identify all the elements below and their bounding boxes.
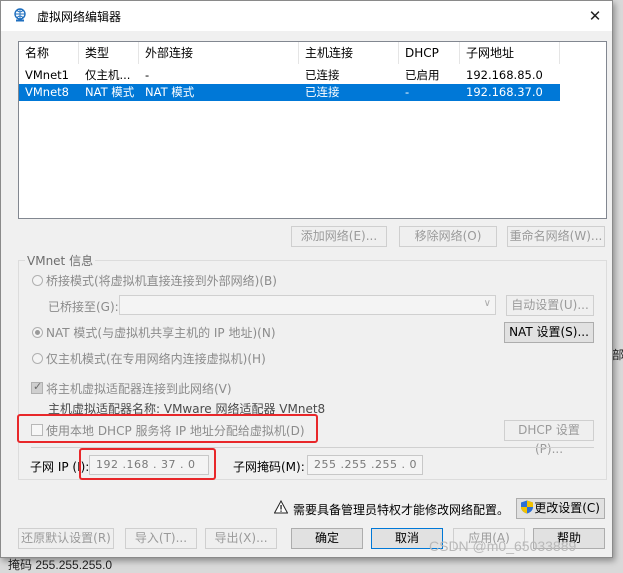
watermark: CSDN @m0_65033889	[429, 538, 577, 554]
restore-defaults-button[interactable]: 还原默认设置(R)	[18, 528, 114, 549]
rename-network-button[interactable]: 重命名网络(W)...	[507, 226, 605, 247]
nat-settings-button[interactable]: NAT 设置(S)...	[504, 322, 594, 343]
cell-host: 已连接	[305, 68, 340, 82]
virtual-network-editor-dialog: 虚拟网络编辑器 ✕ 名称 类型 外部连接 主机连接 DHCP 子网地址 VMne…	[0, 0, 613, 558]
warning-icon	[274, 500, 288, 514]
cell-external: -	[145, 68, 150, 82]
column-header-external[interactable]: 外部连接	[139, 42, 299, 64]
table-row[interactable]: VMnet1 仅主机... - 已连接 已启用 192.168.85.0	[19, 67, 560, 84]
highlight-box	[79, 448, 216, 480]
title-bar: 虚拟网络编辑器 ✕	[1, 1, 612, 31]
export-button[interactable]: 导出(X)...	[205, 528, 277, 549]
nat-label: NAT 模式(与虚拟机共享主机的 IP 地址)(N)	[46, 326, 276, 340]
admin-notice-text: 需要具备管理员特权才能修改网络配置。	[293, 503, 510, 517]
background-text: 掩码 255.255.255.0	[8, 558, 113, 572]
bridged-radio[interactable]	[32, 275, 43, 286]
network-globe-icon	[14, 8, 26, 22]
change-settings-label: 更改设置(C)	[534, 501, 600, 515]
cell-external: NAT 模式	[145, 85, 195, 99]
close-icon: ✕	[588, 7, 602, 25]
host-only-label: 仅主机模式(在专用网络内连接虚拟机)(H)	[46, 352, 266, 366]
table-row[interactable]: VMnet8 NAT 模式 NAT 模式 已连接 - 192.168.37.0	[19, 84, 560, 101]
import-button[interactable]: 导入(T)...	[125, 528, 197, 549]
add-network-button[interactable]: 添加网络(E)...	[291, 226, 387, 247]
bridged-to-select[interactable]: ∨	[119, 295, 496, 315]
cell-subnet: 192.168.37.0	[466, 85, 543, 99]
column-header-host[interactable]: 主机连接	[299, 42, 399, 64]
column-header-subnet[interactable]: 子网地址	[460, 42, 560, 64]
connect-adapter-label: 将主机虚拟适配器连接到此网络(V)	[46, 382, 232, 396]
cell-dhcp: 已启用	[405, 68, 440, 82]
close-button[interactable]: ✕	[584, 5, 606, 27]
network-list[interactable]: 名称 类型 外部连接 主机连接 DHCP 子网地址 VMnet1 仅主机... …	[18, 41, 607, 219]
cell-subnet: 192.168.85.0	[466, 68, 543, 82]
cell-type: 仅主机...	[85, 68, 131, 82]
cell-type: NAT 模式	[85, 85, 135, 99]
connect-adapter-checkbox[interactable]	[31, 380, 43, 394]
remove-network-button[interactable]: 移除网络(O)	[399, 226, 497, 247]
cell-host: 已连接	[305, 85, 340, 99]
subnet-mask-field[interactable]: 255 .255 .255 . 0	[307, 455, 423, 475]
ok-button[interactable]: 确定	[291, 528, 363, 549]
window-title: 虚拟网络编辑器	[37, 10, 122, 24]
nat-radio[interactable]	[32, 327, 43, 338]
background-text: 部	[612, 348, 623, 362]
subnet-mask-label: 子网掩码(M):	[233, 460, 305, 474]
host-only-radio[interactable]	[32, 353, 43, 364]
bridged-to-label: 已桥接至(G):	[48, 300, 119, 314]
cell-name: VMnet8	[25, 85, 69, 99]
chevron-down-icon: ∨	[483, 298, 491, 309]
auto-settings-button[interactable]: 自动设置(U)...	[506, 295, 594, 316]
dhcp-settings-button[interactable]: DHCP 设置(P)...	[504, 420, 594, 456]
shield-icon	[521, 500, 533, 514]
column-header-dhcp[interactable]: DHCP	[399, 42, 460, 64]
vmnet-info-title: VMnet 信息	[25, 252, 96, 269]
column-header-name[interactable]: 名称	[19, 42, 79, 64]
bridged-label: 桥接模式(将虚拟机直接连接到外部网络)(B)	[46, 274, 277, 288]
column-header-type[interactable]: 类型	[79, 42, 139, 64]
cell-dhcp: -	[405, 85, 410, 99]
cell-name: VMnet1	[25, 68, 69, 82]
list-header: 名称 类型 外部连接 主机连接 DHCP 子网地址	[19, 42, 606, 64]
highlight-box	[17, 414, 318, 443]
